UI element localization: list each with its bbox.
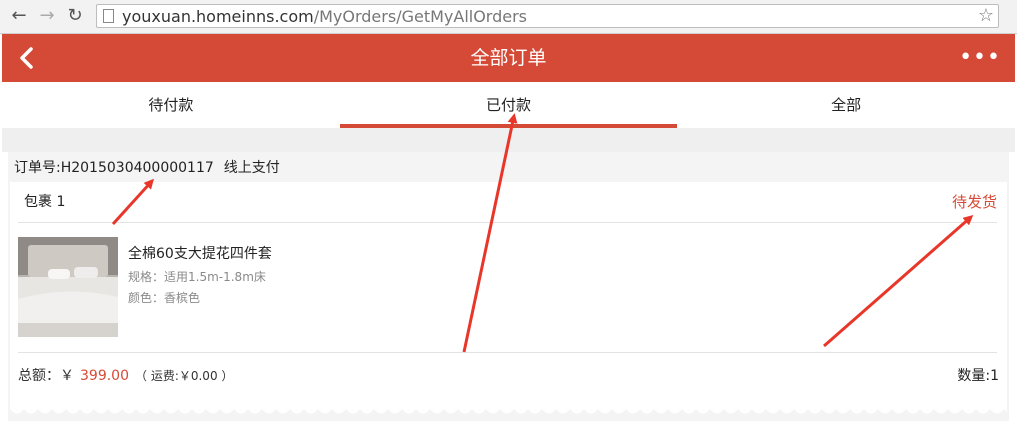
app-header: 全部订单 ••• bbox=[2, 34, 1015, 82]
order-tabs: 待付款 已付款 全部 bbox=[2, 82, 1015, 128]
forward-arrow-icon[interactable]: → bbox=[36, 5, 58, 27]
ticket-edge bbox=[10, 409, 1007, 414]
section-divider bbox=[2, 128, 1015, 152]
quantity: 数量:1 bbox=[957, 368, 999, 384]
order-card: 订单号:H2015030400000117 线上支付 包裹 1 待发货 全棉60支… bbox=[8, 152, 1009, 421]
total-label: 总额：￥ bbox=[18, 368, 74, 384]
package-card[interactable]: 包裹 1 待发货 全棉60支大提花四件套 规格：适用1.5m-1.8m床 颜色：… bbox=[10, 182, 1007, 409]
total-amount: 399.00 bbox=[80, 368, 129, 384]
shipping-fee: （ 运费:￥0.00 ） bbox=[135, 369, 234, 383]
payment-method: 线上支付 bbox=[223, 160, 280, 176]
url-path: /MyOrders/GetMyAllOrders bbox=[313, 7, 528, 26]
status-badge: 待发货 bbox=[951, 193, 997, 211]
tab-paid[interactable]: 已付款 bbox=[339, 82, 678, 128]
product-color: 颜色：香槟色 bbox=[128, 291, 201, 305]
address-bar[interactable]: youxuan.homeinns.com/MyOrders/GetMyAllOr… bbox=[96, 4, 999, 28]
order-total: 总额：￥ 399.00 （ 运费:￥0.00 ） bbox=[18, 366, 233, 386]
url-domain: youxuan.homeinns.com bbox=[122, 7, 314, 26]
package-title: 包裹 1 bbox=[24, 194, 66, 210]
browser-toolbar: ← → ↻ youxuan.homeinns.com/MyOrders/GetM… bbox=[0, 0, 1017, 34]
product-spec: 规格：适用1.5m-1.8m床 bbox=[128, 270, 266, 284]
order-header: 订单号:H2015030400000117 线上支付 bbox=[14, 158, 280, 178]
tab-pending-payment[interactable]: 待付款 bbox=[2, 82, 340, 128]
product-name[interactable]: 全棉60支大提花四件套 bbox=[128, 244, 272, 264]
url-text: youxuan.homeinns.com/MyOrders/GetMyAllOr… bbox=[122, 7, 527, 27]
order-number: H2015030400000117 bbox=[60, 160, 214, 176]
product-image[interactable] bbox=[18, 237, 118, 337]
page-icon bbox=[103, 9, 114, 23]
divider bbox=[18, 222, 997, 223]
order-number-label: 订单号: bbox=[14, 160, 61, 176]
bookmark-star-icon[interactable]: ☆ bbox=[978, 5, 994, 27]
reload-icon[interactable]: ↻ bbox=[64, 5, 86, 27]
tab-all[interactable]: 全部 bbox=[677, 82, 1015, 128]
page-title: 全部订单 bbox=[470, 47, 547, 69]
divider bbox=[18, 352, 997, 353]
more-options-icon[interactable]: ••• bbox=[959, 44, 1001, 72]
back-arrow-icon[interactable]: ← bbox=[8, 5, 30, 27]
